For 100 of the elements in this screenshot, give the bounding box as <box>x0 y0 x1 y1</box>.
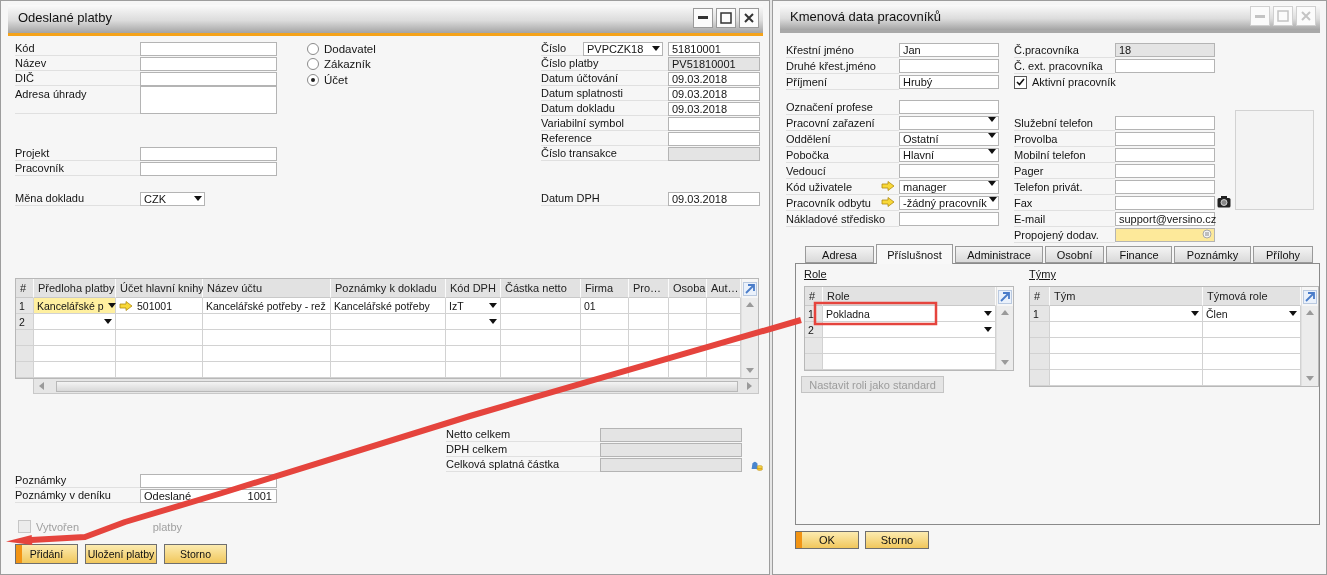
table-cell[interactable] <box>116 330 203 346</box>
maximize-button[interactable] <box>716 7 736 28</box>
arrow-icon[interactable] <box>881 197 895 207</box>
input-field[interactable] <box>899 100 999 114</box>
table-cell[interactable] <box>34 362 116 378</box>
table-cell[interactable] <box>669 314 707 330</box>
checkbox[interactable] <box>1014 75 1027 89</box>
table-cell[interactable] <box>116 346 203 362</box>
input-field[interactable] <box>668 131 760 146</box>
table-cell[interactable] <box>116 314 203 330</box>
table-cell[interactable] <box>34 346 116 362</box>
vertical-scrollbar[interactable] <box>1302 306 1318 386</box>
input-field[interactable]: 51810001 <box>668 41 760 56</box>
table-cell[interactable] <box>331 346 446 362</box>
action-button[interactable]: Přidání <box>15 544 78 564</box>
table-cell[interactable] <box>446 362 501 378</box>
table-cell[interactable] <box>581 314 629 330</box>
tab[interactable]: Přílohy <box>1253 246 1313 263</box>
input-field[interactable] <box>1115 180 1215 194</box>
dropdown-field[interactable]: -žádný pracovník <box>899 196 999 210</box>
table-cell[interactable] <box>823 338 996 354</box>
input-field[interactable] <box>899 164 999 178</box>
tab[interactable]: Poznámky <box>1174 246 1251 263</box>
table-cell[interactable] <box>501 298 581 314</box>
close-button[interactable] <box>739 7 759 28</box>
scrollbar-thumb[interactable] <box>56 380 738 392</box>
table-cell[interactable] <box>581 346 629 362</box>
table-cell[interactable] <box>203 330 331 346</box>
action-button[interactable]: Storno <box>164 544 227 564</box>
scroll-down-icon[interactable] <box>1001 359 1009 367</box>
input-field[interactable] <box>1115 196 1215 210</box>
table-cell[interactable]: Kancelářské p <box>34 298 116 314</box>
dropdown-field[interactable]: manager <box>899 180 999 194</box>
tab[interactable]: Příslušnost <box>876 244 953 264</box>
table-cell[interactable] <box>707 346 741 362</box>
radio-button[interactable] <box>307 73 319 86</box>
dropdown-field[interactable]: PVPCZK18 <box>583 41 663 56</box>
table-cell[interactable]: Kancelářské potřeby - rež <box>203 298 331 314</box>
tab[interactable]: Osobní <box>1045 246 1104 263</box>
table-cell[interactable] <box>1203 354 1301 370</box>
arrow-icon[interactable] <box>881 181 895 191</box>
table-cell[interactable] <box>501 314 581 330</box>
table-cell[interactable] <box>34 314 116 330</box>
table-cell[interactable] <box>1050 354 1203 370</box>
input-field[interactable]: 09.03.2018 <box>668 71 760 86</box>
radio-button[interactable] <box>307 42 319 55</box>
input-field[interactable]: Jan <box>899 43 999 57</box>
dropdown-field[interactable]: CZK <box>140 191 205 206</box>
horizontal-scrollbar[interactable] <box>33 379 759 394</box>
input-field[interactable] <box>140 41 277 56</box>
table-cell[interactable] <box>501 330 581 346</box>
table-cell[interactable] <box>34 330 116 346</box>
dropdown-field[interactable]: Hlavní <box>899 148 999 162</box>
input-field[interactable] <box>1115 116 1215 130</box>
tab[interactable]: Finance <box>1106 246 1172 263</box>
expand-icon[interactable] <box>743 281 757 296</box>
input-field[interactable]: support@versino.cz <box>1115 212 1215 226</box>
table-cell[interactable] <box>1203 322 1301 338</box>
input-field[interactable] <box>140 56 277 71</box>
table-cell[interactable] <box>331 362 446 378</box>
table-cell[interactable] <box>707 314 741 330</box>
scroll-up-icon[interactable] <box>1001 309 1009 317</box>
table-cell[interactable] <box>669 362 707 378</box>
input-field[interactable] <box>899 59 999 73</box>
table-cell[interactable] <box>446 330 501 346</box>
action-button[interactable]: Storno <box>865 531 929 549</box>
input-field[interactable]: 09.03.2018 <box>668 191 760 206</box>
arrow-icon[interactable] <box>119 300 133 311</box>
tab[interactable]: Administrace <box>955 246 1043 263</box>
expand-icon[interactable] <box>1303 289 1317 304</box>
table-cell[interactable] <box>1203 338 1301 354</box>
dropdown-field[interactable]: Ostatní <box>899 132 999 146</box>
table-cell[interactable]: Kancelářské potřeby <box>331 298 446 314</box>
table-cell[interactable] <box>707 298 741 314</box>
text-area[interactable] <box>140 86 277 114</box>
input-field[interactable]: 09.03.2018 <box>668 101 760 116</box>
input-field[interactable] <box>1115 132 1215 146</box>
table-cell[interactable] <box>629 298 669 314</box>
table-cell[interactable] <box>501 362 581 378</box>
table-cell[interactable] <box>1050 338 1203 354</box>
table-cell[interactable] <box>669 298 707 314</box>
table-cell[interactable] <box>1050 370 1203 386</box>
table-cell[interactable]: 01 <box>581 298 629 314</box>
list-icon[interactable] <box>1202 229 1212 239</box>
table-cell[interactable]: 501001 <box>116 298 203 314</box>
table-cell[interactable] <box>629 330 669 346</box>
input-field[interactable]: Hrubý <box>899 75 999 89</box>
table-cell[interactable] <box>203 362 331 378</box>
table-cell[interactable] <box>823 322 996 338</box>
table-cell[interactable] <box>1050 306 1203 322</box>
table-cell[interactable] <box>707 362 741 378</box>
table-cell[interactable] <box>1203 370 1301 386</box>
table-cell[interactable]: Člen <box>1203 306 1301 322</box>
table-cell[interactable] <box>1050 322 1203 338</box>
input-field[interactable] <box>140 71 277 86</box>
table-cell[interactable] <box>446 346 501 362</box>
table-cell[interactable] <box>669 330 707 346</box>
vertical-scrollbar[interactable] <box>997 306 1013 370</box>
radio-button[interactable] <box>307 58 319 71</box>
table-cell[interactable] <box>581 330 629 346</box>
